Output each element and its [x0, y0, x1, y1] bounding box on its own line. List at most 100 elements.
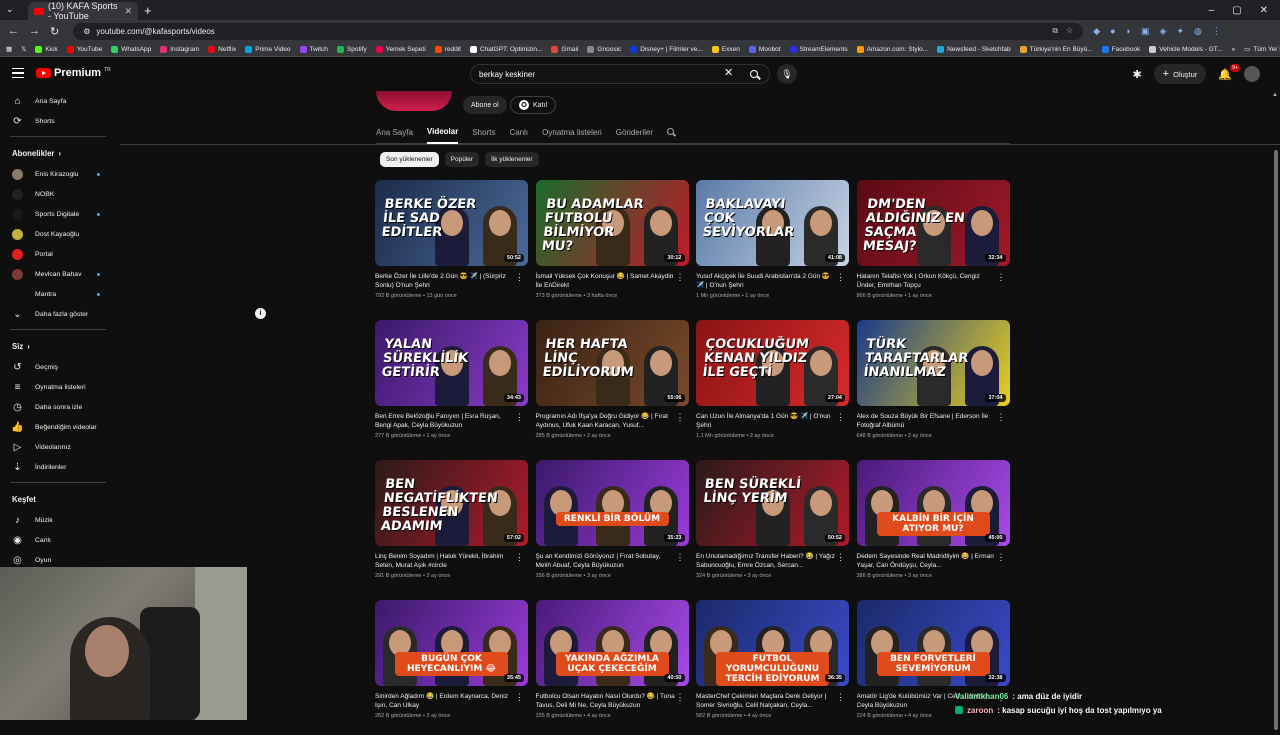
puzzle-icon[interactable]: ✦ — [1176, 26, 1184, 37]
video-card[interactable]: DM'DEN ALDIĞINIZ EN SAÇMA MESAJ? 32:34 Hat… — [856, 180, 1010, 315]
bookmark-item[interactable]: StreamElements — [789, 45, 848, 53]
video-thumbnail[interactable]: BUGÜN ÇOK HEYECANLIYIM 😂 35:45 — [375, 600, 528, 686]
cast-icon[interactable]: ✱ — [1132, 68, 1141, 81]
video-thumbnail[interactable]: TÜRK TARAFTARLAR İNANILMAZ 37:04 — [856, 320, 1010, 406]
more-actions-icon[interactable]: ⋮ — [515, 272, 524, 283]
youtube-premium-logo[interactable]: Premium TR — [36, 67, 111, 79]
sidebar-item-subscription[interactable]: Sports Digitale — [0, 204, 116, 224]
more-actions-icon[interactable]: ⋮ — [676, 552, 685, 563]
channel-tab[interactable]: Shorts — [472, 122, 495, 144]
video-title[interactable]: Hatanın Telafisi Yok | Orkun Kökçü, Ceng… — [857, 272, 997, 290]
video-thumbnail[interactable]: DM'DEN ALDIĞINIZ EN SAÇMA MESAJ? 32:34 — [856, 180, 1010, 266]
more-actions-icon[interactable]: ⋮ — [515, 692, 524, 703]
forward-icon[interactable]: → — [29, 25, 40, 37]
video-thumbnail[interactable]: YALAN SÜREKLİLİK GETİRİR 34:43 — [375, 320, 528, 406]
more-actions-icon[interactable]: ⋮ — [676, 412, 685, 423]
new-tab-button[interactable]: + — [144, 3, 152, 18]
video-card[interactable]: BAKLAVAYI ÇOK SEVİYORLAR 41:08 Yusuf Akçiç… — [696, 180, 849, 315]
extension-icon[interactable]: ● — [1110, 26, 1115, 37]
video-card[interactable]: KALBİN BİR İÇİN ATIYOR MU? 45:00 Dedem Say… — [856, 460, 1010, 595]
sidebar-item-liked[interactable]: 👍 Beğendiğim videolar — [0, 417, 116, 437]
sidebar-item-subscription[interactable]: Dost Kayaoğlu — [0, 224, 116, 244]
address-bar[interactable]: ⚙ youtube.com/@kafasports/videos ⧉ ☆ — [73, 22, 1084, 40]
video-title[interactable]: Dedem Sayesinde Real Madridliyim 😂 | Erm… — [857, 552, 997, 570]
create-button[interactable]: + Oluştur — [1153, 64, 1207, 84]
bookmark-item[interactable]: ChatGPT: Optimizin... — [469, 45, 542, 53]
video-thumbnail[interactable]: HER HAFTA LİNÇ EDİLİYORUM 55:06 — [535, 320, 689, 406]
video-thumbnail[interactable]: BEN FORVETLERİ SEVEMİYORUM 32:38 — [856, 600, 1010, 686]
bookmark-item[interactable]: Exxen — [711, 45, 740, 53]
sidebar-item-subscription[interactable]: Portal — [0, 244, 116, 264]
more-actions-icon[interactable]: ⋮ — [997, 272, 1006, 283]
video-card[interactable]: FUTBOL YORUMCULUĞUNU TERCİH EDİYORUM 36:3… — [696, 600, 849, 735]
extension-icon[interactable]: ◈ — [1160, 26, 1167, 37]
you-header[interactable]: Siz › — [0, 335, 116, 357]
close-window-icon[interactable]: ✕ — [1260, 5, 1268, 16]
bookmark-item[interactable]: WhatsApp — [111, 45, 151, 53]
apps-icon[interactable]: ▦ — [6, 45, 12, 53]
site-info-icon[interactable]: ⚙ — [83, 27, 90, 36]
video-title[interactable]: MasterChef Çekimleri Maçlara Denk Geliyo… — [696, 692, 836, 710]
channel-tab[interactable]: Canlı — [509, 122, 528, 144]
account-avatar[interactable] — [1244, 66, 1260, 82]
video-title[interactable]: İsmail Yüksek Çok Konuşur 😂 | Samet Akay… — [536, 272, 676, 290]
sidebar-item-live[interactable]: ◉ Canlı — [0, 530, 116, 550]
sidebar-item-downloads[interactable]: ⇣ İndirilenler — [0, 457, 116, 477]
minimize-icon[interactable]: – — [1209, 5, 1215, 16]
video-thumbnail[interactable]: YAKINDA AĞZIMLA UÇAK ÇEKECEĞİM 40:50 — [535, 600, 689, 686]
x-icon[interactable]: 𝕏 — [21, 45, 26, 53]
bookmark-item[interactable]: YouTube — [66, 45, 102, 53]
more-actions-icon[interactable]: ⋮ — [836, 272, 845, 283]
video-card[interactable]: BUGÜN ÇOK HEYECANLIYIM 😂 35:45 Sinirden Ağ… — [375, 600, 528, 735]
video-card[interactable]: RENKLİ BİR BÖLÜM 35:23 Şu an Kendimizi Gör… — [535, 460, 689, 595]
scrollbar[interactable] — [1274, 150, 1278, 730]
install-icon[interactable]: ⧉ — [1052, 26, 1058, 36]
video-title[interactable]: Can Uzun İle Almanya'da 1 Gün 😎 ✈️ | O'n… — [696, 412, 836, 430]
guide-menu-icon[interactable] — [12, 68, 24, 78]
extension-icon[interactable]: ◗ — [1126, 26, 1131, 37]
more-actions-icon[interactable]: ⋮ — [676, 272, 685, 283]
more-actions-icon[interactable]: ⋮ — [515, 412, 524, 423]
search-button[interactable] — [740, 64, 768, 84]
channel-search-button[interactable] — [667, 128, 676, 137]
bookmark-item[interactable]: Facebook — [1101, 45, 1140, 53]
video-thumbnail[interactable]: BAKLAVAYI ÇOK SEVİYORLAR 41:08 — [696, 180, 849, 266]
video-card[interactable]: HER HAFTA LİNÇ EDİLİYORUM 55:06 Programın … — [535, 320, 689, 455]
channel-tab[interactable]: Gönderiler — [616, 122, 653, 144]
profile-icon[interactable]: ◍ — [1194, 26, 1202, 37]
video-card[interactable]: BU ADAMLAR FUTBOLU BİLMİYOR MU? 30:12 İsma… — [535, 180, 689, 315]
video-title[interactable]: Şu an Kendimizi Görüyoruz | Fırat Sobuta… — [536, 552, 676, 570]
reload-icon[interactable]: ↻ — [50, 25, 59, 38]
bookmark-item[interactable]: Amazon.com: Stylo... — [856, 45, 928, 53]
sidebar-item-your-videos[interactable]: ▷ Videolarınız — [0, 437, 116, 457]
bookmark-item[interactable]: Vehicle Models - GT... — [1149, 45, 1222, 53]
video-thumbnail[interactable]: BEN SÜREKLİ LİNÇ YERİM 50:52 — [696, 460, 849, 546]
bookmark-star-icon[interactable]: ☆ — [1066, 26, 1073, 36]
sidebar-item-home[interactable]: ⌂ Ana Sayfa — [0, 91, 116, 111]
extension-icon[interactable]: ▣ — [1141, 26, 1150, 37]
bookmark-item[interactable]: Spotify — [336, 45, 367, 53]
bookmark-item[interactable]: Gmail — [551, 45, 578, 53]
video-card[interactable]: YAKINDA AĞZIMLA UÇAK ÇEKECEĞİM 40:50 Futbo… — [535, 600, 689, 735]
sidebar-item-subscription[interactable]: Enis Kirazoglu — [0, 164, 116, 184]
bookmark-item[interactable]: Moobot — [748, 45, 781, 53]
channel-tab[interactable]: Ana Sayfa — [376, 122, 413, 144]
extension-icon[interactable]: ◆ — [1093, 26, 1100, 37]
bookmark-item[interactable]: Kick — [35, 45, 58, 53]
video-thumbnail[interactable]: BU ADAMLAR FUTBOLU BİLMİYOR MU? 30:12 — [535, 180, 689, 266]
sort-chip[interactable]: Popüler — [444, 152, 480, 167]
bookmark-item[interactable]: Disney+ | Filmler ve... — [630, 45, 703, 53]
menu-icon[interactable]: ⋮ — [1212, 26, 1221, 37]
all-bookmarks-folder[interactable]: ▭Tüm Yer İşaretleri — [1244, 45, 1280, 54]
video-card[interactable]: BERKE ÖZER İLE SAD EDİTLER 50:52 Berke Öze… — [375, 180, 528, 315]
video-title[interactable]: Berke Özer İle Lille'de 2 Gün 😎 ✈️ | (Sü… — [375, 272, 515, 290]
bookmark-item[interactable]: Netflix — [208, 45, 236, 53]
bookmark-item[interactable]: Prime Video — [245, 45, 291, 53]
video-title[interactable]: Yusuf Akçiçek İle Suudi Arabistan'da 2 G… — [696, 272, 836, 290]
video-title[interactable]: Programın Adı İfşa'ya Doğru Gidiyor 😂 | … — [536, 412, 676, 430]
bookmark-item[interactable]: Twitch — [299, 45, 328, 53]
video-title[interactable]: Futbolcu Olsan Hayatın Nasıl Olurdu? 😂 |… — [536, 692, 676, 710]
back-icon[interactable]: ← — [8, 25, 19, 37]
scroll-up-icon[interactable]: ▲ — [1272, 92, 1278, 98]
bookmark-item[interactable]: Gnoosic — [587, 45, 621, 53]
